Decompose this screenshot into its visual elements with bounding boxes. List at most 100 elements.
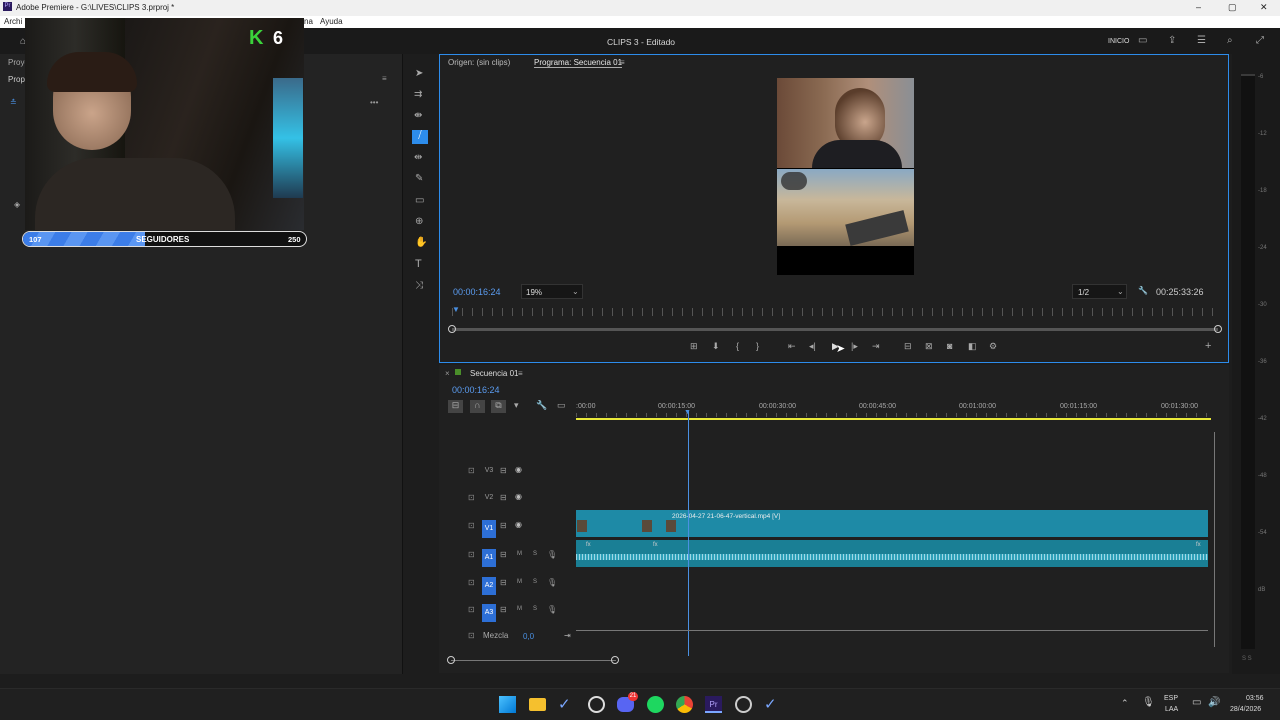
track-sync-icon[interactable]: ⊟: [500, 521, 507, 530]
close-icon[interactable]: ✕: [1260, 2, 1268, 13]
menu-archivo[interactable]: Archi: [4, 17, 22, 26]
captions-icon[interactable]: ▭: [557, 400, 566, 411]
tab-properties[interactable]: Propi: [8, 75, 27, 84]
track-lock-icon[interactable]: ⊡: [468, 578, 475, 587]
wrench-icon[interactable]: 🔧: [1138, 286, 1148, 295]
sequence-tab[interactable]: Secuencia 01: [470, 369, 518, 378]
add-marker-icon[interactable]: ▾: [514, 400, 519, 411]
track-sync-icon[interactable]: ⊟: [500, 466, 507, 475]
close-sequence-icon[interactable]: ×: [445, 369, 450, 378]
volume-icon[interactable]: 🔊: [1208, 697, 1220, 708]
track-target[interactable]: V3: [482, 465, 496, 477]
track-lock-icon[interactable]: ⊡: [468, 605, 475, 614]
microphone-icon[interactable]: 🎙: [547, 578, 557, 587]
panel-icon[interactable]: ▭: [1138, 35, 1147, 46]
audio-clip[interactable]: fx fx fx: [576, 540, 1208, 567]
spotify-icon[interactable]: [647, 696, 664, 713]
clock-date[interactable]: 28/4/2026: [1230, 706, 1261, 713]
resolution-dropdown[interactable]: 1/2 ⌄: [1072, 284, 1127, 299]
playhead-handle-icon[interactable]: ▼: [684, 409, 691, 416]
track-target[interactable]: V2: [482, 492, 496, 504]
display-icon[interactable]: ▭: [1192, 697, 1201, 708]
eye-icon[interactable]: ◉: [515, 492, 522, 501]
track-lock-icon[interactable]: ⊡: [468, 521, 475, 530]
track-sync-icon[interactable]: ⊟: [500, 605, 507, 614]
premiere-taskbar-icon[interactable]: Pr: [705, 696, 722, 713]
solo-icon[interactable]: S: [533, 579, 537, 585]
scroll-handle-right[interactable]: [611, 656, 619, 664]
camera-icon[interactable]: ◙: [947, 341, 952, 351]
search-icon[interactable]: ⌕: [1227, 35, 1233, 46]
video-clip[interactable]: 2026-04-27 21-06-47-vertical.mp4 [V]: [576, 510, 1208, 537]
meter-solo-labels[interactable]: S S: [1242, 656, 1252, 662]
playhead-marker[interactable]: ▼: [452, 305, 460, 314]
mute-icon[interactable]: M: [517, 551, 522, 557]
lift-icon[interactable]: ⊟: [904, 341, 912, 352]
track-lock-icon[interactable]: ⊡: [468, 466, 475, 475]
linked-selection-icon[interactable]: ⧉: [491, 400, 506, 413]
steam-icon-2[interactable]: ✓: [764, 695, 777, 713]
microphone-icon[interactable]: 🎙: [547, 605, 557, 614]
track-sync-icon[interactable]: ⊟: [500, 578, 507, 587]
eye-icon[interactable]: ◉: [515, 520, 522, 529]
zoom-scrollbar[interactable]: [452, 328, 1218, 331]
obs-icon[interactable]: [735, 696, 752, 713]
layout-code[interactable]: LAA: [1165, 706, 1178, 713]
snap-icon[interactable]: ∩: [470, 400, 485, 413]
share-icon[interactable]: ⇪: [1168, 35, 1176, 46]
sequence-menu-icon[interactable]: ≡: [518, 369, 523, 378]
fullscreen-icon[interactable]: ⤢: [1256, 35, 1264, 46]
slip-tool-icon[interactable]: ⇹: [414, 152, 422, 163]
steam-icon[interactable]: ✓: [558, 695, 571, 713]
rectangle-tool-icon[interactable]: ▭: [415, 195, 424, 206]
type-tool-icon[interactable]: T: [415, 258, 422, 270]
tab-program[interactable]: Programa: Secuencia 01: [534, 58, 623, 68]
remix-tool-icon[interactable]: ⤨: [415, 280, 423, 291]
menu-ayuda[interactable]: Ayuda: [320, 17, 343, 26]
chrome-icon[interactable]: [676, 696, 693, 713]
track-sync-icon[interactable]: ⊟: [500, 493, 507, 502]
tab-source[interactable]: Origen: (sin clips): [448, 58, 510, 67]
scroll-handle-left[interactable]: [447, 656, 455, 664]
mix-lock-icon[interactable]: ⊡: [468, 631, 475, 640]
extract-icon[interactable]: ⊠: [925, 341, 933, 352]
track-target[interactable]: A2: [482, 577, 496, 595]
program-timecode[interactable]: 00:00:16:24: [453, 287, 501, 297]
track-target[interactable]: A1: [482, 549, 496, 567]
eye-icon[interactable]: ◉: [515, 465, 522, 474]
scroll-handle-left[interactable]: [448, 325, 456, 333]
minimize-icon[interactable]: –: [1196, 2, 1201, 12]
add-marker-icon[interactable]: ⬇: [712, 341, 720, 352]
settings-icon[interactable]: ≛: [10, 98, 17, 107]
program-menu-icon[interactable]: ≡: [620, 58, 625, 67]
track-sync-icon[interactable]: ⊟: [500, 550, 507, 559]
whatsapp-icon[interactable]: [588, 696, 605, 713]
menu-ventana[interactable]: na: [304, 17, 313, 26]
horizontal-scrollbar[interactable]: [451, 660, 616, 661]
track-target[interactable]: A3: [482, 604, 496, 622]
mark-in-icon[interactable]: {: [736, 341, 739, 351]
pen-tool-icon[interactable]: ✎: [415, 173, 423, 184]
zoom-dropdown[interactable]: 19% ⌄: [521, 284, 583, 299]
track-target[interactable]: V1: [482, 520, 496, 538]
panel-menu-icon[interactable]: ≡: [382, 74, 387, 83]
mix-value[interactable]: 0,0: [523, 632, 534, 641]
mix-end-icon[interactable]: ⇥: [564, 631, 571, 640]
mute-icon[interactable]: M: [517, 606, 522, 612]
hand-tool-icon[interactable]: ✋: [415, 237, 427, 248]
selection-tool-icon[interactable]: ➤: [415, 68, 423, 79]
language-code[interactable]: ESP: [1164, 695, 1178, 702]
track-lock-icon[interactable]: ⊡: [468, 493, 475, 502]
go-to-out-icon[interactable]: ⇥: [872, 341, 880, 352]
nest-icon[interactable]: ⊟: [448, 400, 463, 413]
scroll-handle-right[interactable]: [1214, 325, 1222, 333]
timeline-playhead[interactable]: [688, 410, 689, 656]
more-icon[interactable]: •••: [370, 98, 378, 107]
clock-time[interactable]: 03:56: [1246, 695, 1264, 702]
maximize-icon[interactable]: ▢: [1228, 2, 1237, 13]
windows-start-icon[interactable]: [499, 696, 516, 713]
step-back-icon[interactable]: ◂|: [809, 341, 816, 352]
mute-icon[interactable]: M: [517, 579, 522, 585]
solo-icon[interactable]: S: [533, 606, 537, 612]
ripple-edit-icon[interactable]: ⇼: [414, 110, 422, 121]
